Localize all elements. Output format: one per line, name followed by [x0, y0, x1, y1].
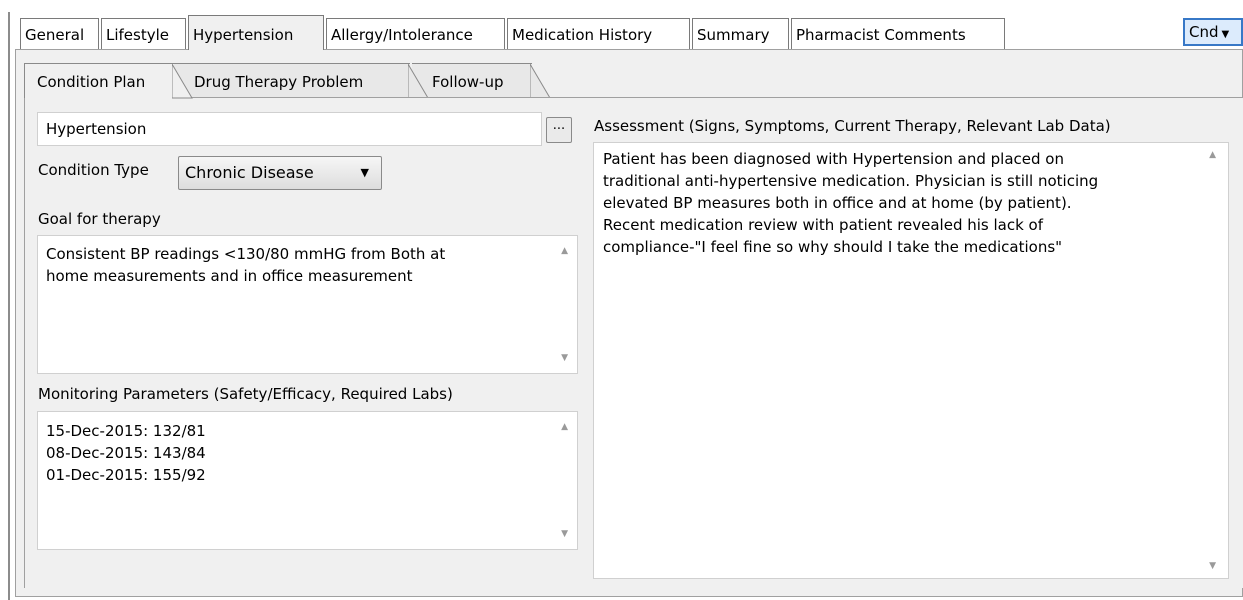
goal-textarea[interactable]: Consistent BP readings <130/80 mmHG from…	[37, 235, 578, 374]
tab-hypertension[interactable]: Hypertension	[188, 15, 324, 50]
scroll-down-icon[interactable]: ▼	[1209, 561, 1216, 571]
tab-allergy-intolerance[interactable]: Allergy/Intolerance	[326, 18, 505, 50]
cnd-dropdown-button[interactable]: Cnd ▼	[1183, 18, 1243, 46]
browse-condition-button[interactable]: ...	[546, 117, 572, 143]
subtab-drug-therapy-problem[interactable]: Drug Therapy Problem	[174, 63, 429, 99]
tab-slant	[172, 64, 193, 99]
tab-slant	[530, 64, 551, 99]
monitoring-textarea[interactable]: 15-Dec-2015: 132/81 08-Dec-2015: 143/84 …	[37, 411, 578, 550]
assessment-textarea[interactable]: Patient has been diagnosed with Hyperten…	[593, 142, 1229, 579]
scroll-up-icon[interactable]: ▲	[561, 246, 568, 256]
chevron-down-icon: ▼	[1221, 29, 1230, 40]
condition-type-select[interactable]: Chronic Disease ▼	[178, 156, 382, 190]
tab-slant	[408, 64, 429, 99]
window-edge	[8, 12, 10, 600]
monitoring-label: Monitoring Parameters (Safety/Efficacy, …	[38, 385, 453, 403]
dropdown-arrow-icon: ▼	[360, 166, 369, 179]
tab-lifestyle[interactable]: Lifestyle	[101, 18, 186, 50]
scroll-down-icon[interactable]: ▼	[561, 529, 568, 539]
subtab-condition-plan[interactable]: Condition Plan	[24, 63, 193, 99]
tab-medication-history[interactable]: Medication History	[507, 18, 690, 50]
scroll-up-icon[interactable]: ▲	[1209, 150, 1216, 160]
condition-type-label: Condition Type	[38, 161, 149, 179]
tab-summary[interactable]: Summary	[692, 18, 789, 50]
condition-name-field[interactable]: Hypertension	[37, 112, 542, 146]
scroll-up-icon[interactable]: ▲	[561, 422, 568, 432]
cnd-label: Cnd	[1189, 23, 1219, 41]
scroll-down-icon[interactable]: ▼	[561, 353, 568, 363]
tab-general[interactable]: General	[20, 18, 99, 50]
tab-pharmacist-comments[interactable]: Pharmacist Comments	[791, 18, 1005, 50]
subtab-follow-up[interactable]: Follow-up	[412, 63, 551, 99]
assessment-label: Assessment (Signs, Symptoms, Current The…	[594, 117, 1111, 135]
goal-label: Goal for therapy	[38, 210, 161, 228]
